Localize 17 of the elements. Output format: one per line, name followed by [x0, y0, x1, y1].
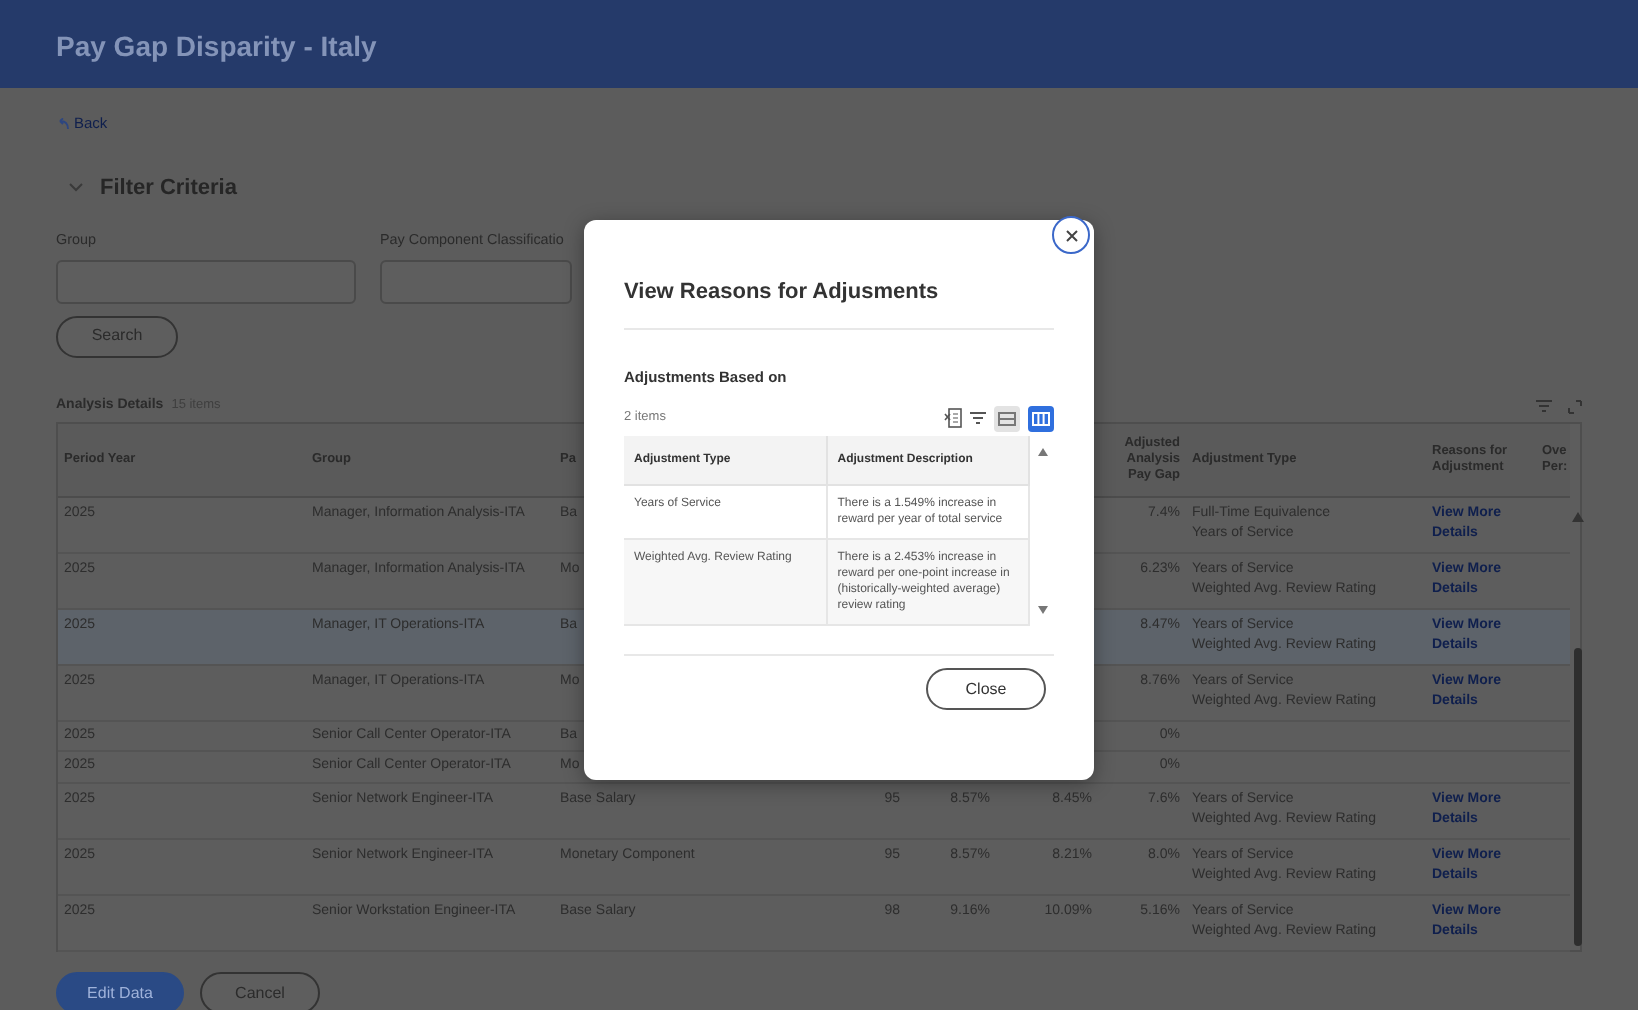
scroll-up-icon[interactable] — [1572, 512, 1584, 523]
scroll-down-icon[interactable] — [1037, 606, 1047, 615]
back-arrow-icon — [56, 117, 70, 130]
close-button[interactable] — [1052, 216, 1090, 254]
page-title: Pay Gap Disparity - Italy — [56, 30, 377, 62]
chevron-icon[interactable] — [68, 180, 84, 195]
dialog-title: View Reasons for Adjusments — [624, 276, 1054, 329]
expand-icon[interactable] — [1568, 399, 1582, 414]
close-icon — [1065, 229, 1077, 241]
table-view-toggle[interactable] — [994, 405, 1020, 432]
edit-button[interactable]: Edit Data — [56, 972, 184, 1010]
spreadsheet-export-icon[interactable] — [944, 408, 962, 429]
close-button[interactable]: Close — [926, 668, 1046, 711]
filter-icon[interactable] — [970, 412, 986, 425]
column-view-toggle[interactable] — [1028, 405, 1054, 432]
scroll-up-icon[interactable] — [1037, 447, 1047, 456]
scrollbar-thumb[interactable] — [1574, 648, 1582, 947]
